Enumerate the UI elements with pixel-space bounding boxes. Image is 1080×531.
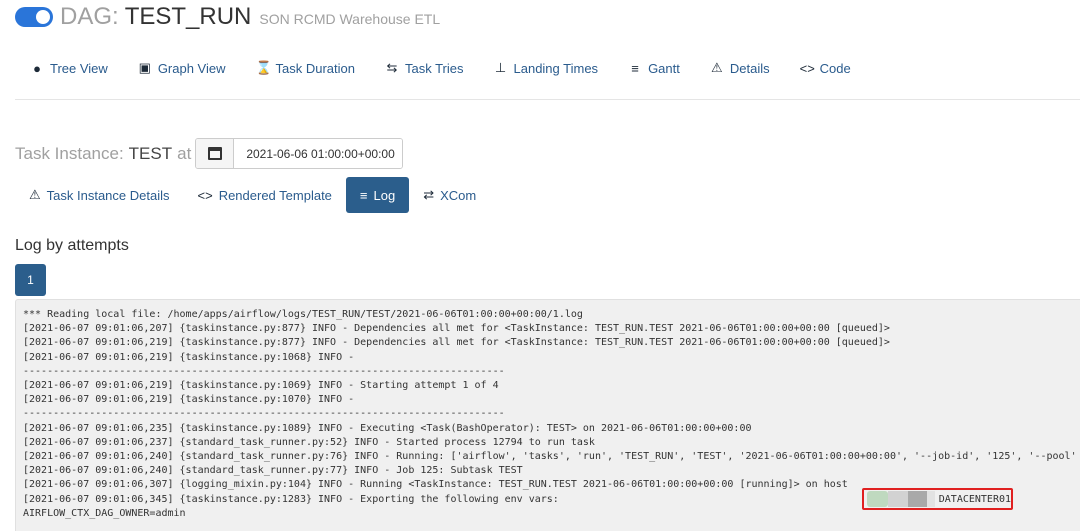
task-at-label: at	[177, 143, 192, 163]
toggle-knob	[36, 10, 50, 24]
tab-label: Rendered Template	[218, 187, 332, 203]
execution-date-picker	[195, 138, 404, 169]
nav-label: Landing Times	[513, 60, 599, 76]
nav-label: Graph View	[157, 60, 226, 76]
dag-pause-toggle[interactable]	[15, 7, 53, 27]
tree-icon: ●	[33, 60, 41, 76]
dag-prefix: DAG:	[60, 3, 119, 30]
tab-rendered-template[interactable]: <> Rendered Template	[184, 177, 346, 213]
nav-graph-view[interactable]: ▣ Graph View	[123, 52, 241, 84]
nav-task-duration[interactable]: ⌛ Task Duration	[241, 52, 370, 84]
log-line: [2021-06-07 09:01:06,240] {standard_task…	[23, 451, 1077, 463]
landing-icon: ⊥	[494, 60, 507, 75]
log-line: [2021-06-07 09:01:06,219] {taskinstance.…	[23, 380, 499, 392]
tab-label: Task Instance Details	[46, 187, 170, 203]
redaction-blur	[888, 491, 908, 507]
log-line: [2021-06-07 09:01:06,219] {taskinstance.…	[23, 351, 355, 363]
log-line: ----------------------------------------…	[23, 408, 505, 420]
nav-label: Tree View	[50, 60, 108, 76]
tab-label: XCom	[440, 187, 477, 203]
nav-label: Task Duration	[275, 60, 355, 76]
task-instance-label: Task Instance:	[15, 143, 124, 163]
log-line: [2021-06-07 09:01:06,219] {taskinstance.…	[23, 337, 890, 349]
nav-code[interactable]: <> Code	[785, 52, 866, 84]
host-suffix: DATACENTER01	[938, 493, 1012, 505]
gantt-icon: ≡	[631, 60, 639, 76]
graph-icon: ▣	[138, 60, 151, 75]
task-instance-row: Task Instance: TEST at	[15, 138, 404, 169]
nav-gantt[interactable]: ≡ Gantt	[613, 52, 695, 84]
attempt-button-1[interactable]: 1	[15, 264, 46, 296]
nav-landing-times[interactable]: ⊥ Landing Times	[479, 52, 614, 84]
tab-label: Log	[373, 187, 396, 203]
redaction-blur	[927, 491, 935, 507]
nav-label: Gantt	[648, 60, 680, 76]
retry-icon: ⇆	[386, 60, 398, 75]
nav-details[interactable]: ⚠ Details	[695, 52, 785, 84]
list-icon: ≡	[359, 187, 368, 203]
redaction-blur	[907, 491, 928, 507]
dag-description: SON RCMD Warehouse ETL	[259, 11, 441, 27]
warning-icon: ⚠	[29, 187, 41, 202]
tab-xcom[interactable]: ⇄ XCom	[409, 177, 490, 213]
dag-nav: ● Tree View ▣ Graph View ⌛ Task Duration…	[15, 52, 866, 84]
tab-task-instance-details[interactable]: ⚠ Task Instance Details	[15, 177, 184, 213]
log-line: *** Reading local file: /home/apps/airfl…	[23, 309, 583, 320]
calendar-button[interactable]	[196, 139, 235, 168]
redaction-blur	[867, 491, 889, 507]
nav-label: Details	[729, 60, 770, 76]
nav-divider	[15, 99, 1080, 100]
log-heading: Log by attempts	[15, 237, 129, 254]
nav-label: Code	[819, 60, 851, 76]
log-line: [2021-06-07 09:01:06,207] {taskinstance.…	[23, 323, 890, 335]
warning-icon: ⚠	[711, 60, 723, 75]
code-icon: <>	[197, 187, 213, 203]
exchange-icon: ⇄	[423, 187, 435, 202]
log-line: [2021-06-07 09:01:06,237] {standard_task…	[23, 436, 595, 448]
nav-label: Task Tries	[404, 60, 464, 76]
execution-date-input[interactable]	[234, 139, 403, 168]
tab-log[interactable]: ≡ Log	[345, 177, 410, 213]
log-line: [2021-06-07 09:01:06,240] {standard_task…	[23, 465, 523, 477]
nav-task-tries[interactable]: ⇆ Task Tries	[370, 52, 479, 84]
hourglass-icon: ⌛	[255, 60, 272, 75]
code-icon: <>	[799, 60, 815, 76]
dag-id: TEST_RUN	[124, 3, 252, 30]
nav-tree-view[interactable]: ● Tree View	[15, 52, 123, 84]
redacted-host-highlight: DATACENTER01	[862, 488, 1013, 510]
log-line: ----------------------------------------…	[23, 365, 505, 377]
log-line: [2021-06-07 09:01:06,235] {taskinstance.…	[23, 422, 752, 434]
dag-title-row: DAG: TEST_RUN SON RCMD Warehouse ETL	[15, 2, 440, 32]
calendar-icon	[207, 147, 222, 160]
task-subnav: ⚠ Task Instance Details <> Rendered Temp…	[15, 177, 490, 213]
task-id: TEST	[128, 143, 173, 163]
log-line: [2021-06-07 09:01:06,219] {taskinstance.…	[23, 394, 355, 406]
